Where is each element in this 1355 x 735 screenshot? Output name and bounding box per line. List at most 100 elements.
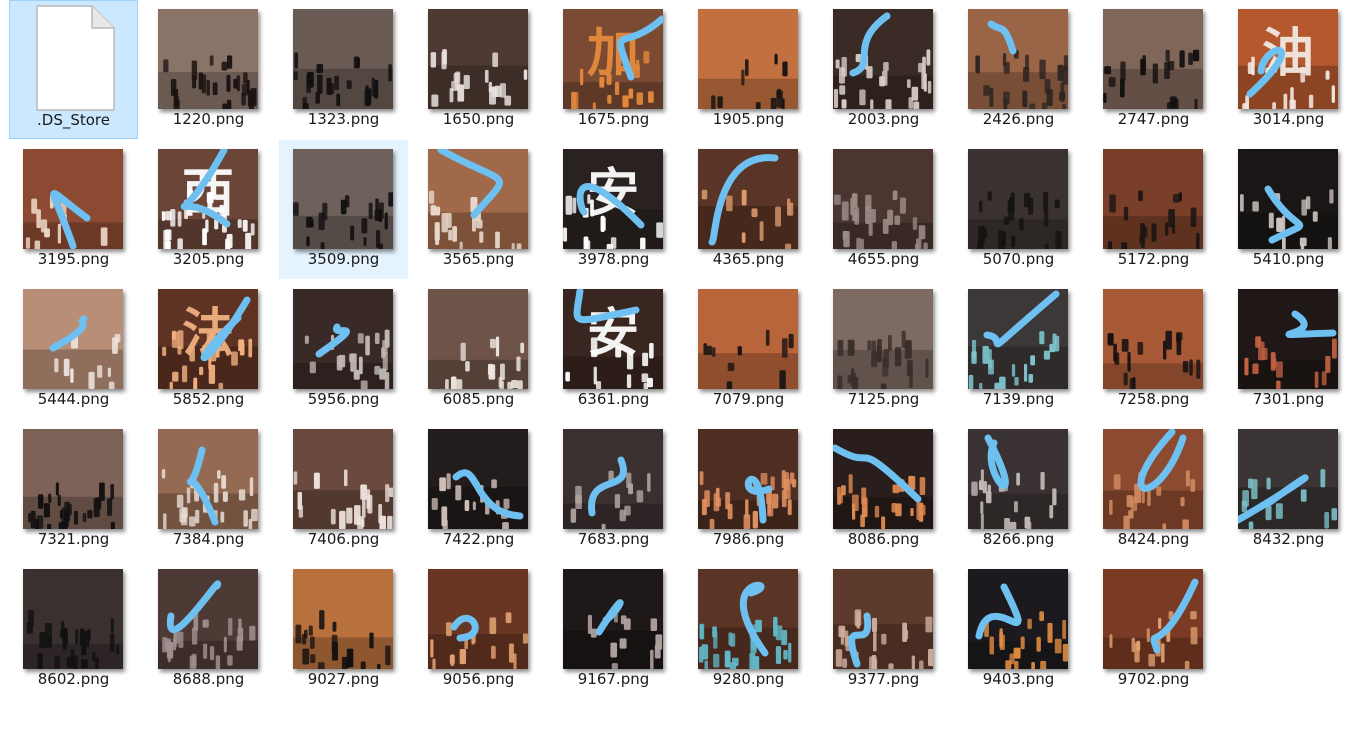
thumbnail-image (698, 569, 798, 669)
file-thumbnail (158, 9, 258, 109)
file-name: 3509.png (307, 250, 380, 268)
image-file-item[interactable]: 6085.png (414, 280, 543, 419)
file-name: 1675.png (577, 110, 650, 128)
file-thumbnail (968, 149, 1068, 249)
image-file-item[interactable]: 7384.png (144, 420, 273, 559)
file-thumbnail (833, 429, 933, 529)
image-file-item[interactable]: 7125.png (819, 280, 948, 419)
image-file-item[interactable]: 加 1675.png (549, 0, 678, 139)
file-name: 7125.png (847, 390, 920, 408)
image-file-item[interactable]: 9702.png (1089, 560, 1218, 699)
image-file-item[interactable]: 7079.png (684, 280, 813, 419)
file-thumbnail (1238, 149, 1338, 249)
file-thumbnail (23, 289, 123, 389)
file-thumbnail (1103, 149, 1203, 249)
thumbnail-image (698, 149, 798, 249)
image-file-item[interactable]: 7986.png (684, 420, 813, 559)
image-file-item[interactable]: 9377.png (819, 560, 948, 699)
file-thumbnail: 西 (158, 149, 258, 249)
image-file-item[interactable]: 8688.png (144, 560, 273, 699)
image-file-item[interactable]: 7406.png (279, 420, 408, 559)
thumbnail-image (698, 289, 798, 389)
image-file-item[interactable]: 3509.png (279, 140, 408, 279)
image-file-item[interactable]: 7683.png (549, 420, 678, 559)
file-name: 9280.png (712, 670, 785, 688)
image-file-item[interactable]: 2003.png (819, 0, 948, 139)
file-thumbnail (1103, 569, 1203, 669)
image-file-item[interactable]: 西 3205.png (144, 140, 273, 279)
thumbnail-image (698, 429, 798, 529)
image-file-item[interactable]: 3195.png (9, 140, 138, 279)
image-file-item[interactable]: 1323.png (279, 0, 408, 139)
thumbnail-image (293, 429, 393, 529)
image-file-item[interactable]: 7321.png (9, 420, 138, 559)
file-thumbnail: 加 (563, 9, 663, 109)
image-file-item[interactable]: 3565.png (414, 140, 543, 279)
thumbnail-image (1103, 429, 1203, 529)
image-file-item[interactable]: 安 3978.png (549, 140, 678, 279)
image-file-item[interactable]: 8432.png (1224, 420, 1353, 559)
thumbnail-image (968, 289, 1068, 389)
thumbnail-image: 西 (158, 149, 258, 249)
image-file-item[interactable]: 5444.png (9, 280, 138, 419)
thumbnail-image: 安 (563, 289, 663, 389)
file-thumbnail (563, 569, 663, 669)
file-name: 5070.png (982, 250, 1055, 268)
thumbnail-image: 安 (563, 149, 663, 249)
image-file-item[interactable]: 安 6361.png (549, 280, 678, 419)
file-name: 5444.png (37, 390, 110, 408)
image-file-item[interactable]: 9056.png (414, 560, 543, 699)
thumbnail-image (1238, 429, 1338, 529)
file-thumbnail (428, 149, 528, 249)
image-file-item[interactable]: 4655.png (819, 140, 948, 279)
file-item[interactable]: .DS_Store (9, 0, 138, 139)
image-file-item[interactable]: 5410.png (1224, 140, 1353, 279)
file-name: 3565.png (442, 250, 515, 268)
generic-file-icon (36, 5, 115, 111)
image-file-item[interactable]: 8266.png (954, 420, 1083, 559)
file-thumbnail: 安 (563, 149, 663, 249)
thumbnail-image (428, 429, 528, 529)
file-name: 8432.png (1252, 530, 1325, 548)
image-file-item[interactable]: 2426.png (954, 0, 1083, 139)
thumbnail-image (158, 429, 258, 529)
file-thumbnail (1238, 289, 1338, 389)
file-name: .DS_Store (37, 111, 110, 129)
thumbnail-image (968, 149, 1068, 249)
image-file-item[interactable]: 7139.png (954, 280, 1083, 419)
image-file-item[interactable]: 7422.png (414, 420, 543, 559)
image-file-item[interactable]: 法 5852.png (144, 280, 273, 419)
image-file-item[interactable]: 7258.png (1089, 280, 1218, 419)
image-file-item[interactable]: 1650.png (414, 0, 543, 139)
image-file-item[interactable]: 5070.png (954, 140, 1083, 279)
file-name: 2003.png (847, 110, 920, 128)
image-file-item[interactable]: 9280.png (684, 560, 813, 699)
image-file-item[interactable]: 1905.png (684, 0, 813, 139)
image-file-item[interactable]: 1220.png (144, 0, 273, 139)
image-file-item[interactable]: 7301.png (1224, 280, 1353, 419)
file-thumbnail: 油 (1238, 9, 1338, 109)
file-name: 9027.png (307, 670, 380, 688)
image-file-item[interactable]: 5172.png (1089, 140, 1218, 279)
file-thumbnail (1238, 429, 1338, 529)
thumbnail-image: 加 (563, 9, 663, 109)
file-thumbnail (428, 289, 528, 389)
file-name: 6085.png (442, 390, 515, 408)
file-name: 3014.png (1252, 110, 1325, 128)
image-file-item[interactable]: 4365.png (684, 140, 813, 279)
image-file-item[interactable]: 9403.png (954, 560, 1083, 699)
file-name: 9167.png (577, 670, 650, 688)
file-thumbnail (1103, 289, 1203, 389)
file-name: 5852.png (172, 390, 245, 408)
image-file-item[interactable]: 5956.png (279, 280, 408, 419)
file-thumbnail (158, 429, 258, 529)
image-file-item[interactable]: 8086.png (819, 420, 948, 559)
image-file-item[interactable]: 9027.png (279, 560, 408, 699)
image-file-item[interactable]: 8602.png (9, 560, 138, 699)
image-file-item[interactable]: 油 3014.png (1224, 0, 1353, 139)
thumbnail-image (293, 289, 393, 389)
image-file-item[interactable]: 8424.png (1089, 420, 1218, 559)
image-file-item[interactable]: 2747.png (1089, 0, 1218, 139)
image-file-item[interactable]: 9167.png (549, 560, 678, 699)
file-thumbnail (23, 569, 123, 669)
